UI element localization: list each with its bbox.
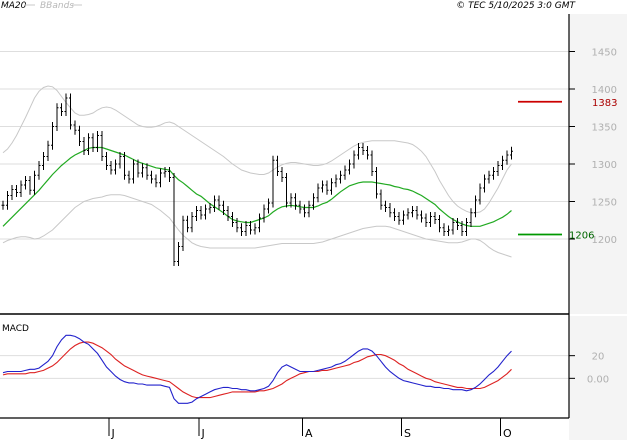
macd-panel: MACD 0.00 20 xyxy=(0,316,627,440)
price-tick-label: 1450 xyxy=(592,48,617,59)
month-label: J xyxy=(111,427,115,440)
macd-tick-label: 20 xyxy=(592,352,605,363)
price-panel: 1200 1250 1300 1350 1400 1450 1383 1206 xyxy=(0,14,627,315)
month-label: O xyxy=(503,427,512,440)
price-tick-label: 1400 xyxy=(592,85,617,96)
month-label: J xyxy=(201,427,205,440)
macd-plot-area xyxy=(0,316,569,418)
macd-tick-label: 0.00 xyxy=(587,374,609,385)
price-tick-label: 1350 xyxy=(592,123,617,134)
month-label: A xyxy=(305,427,313,440)
copyright-text: © TEC 5/10/2025 3:0 GMT xyxy=(456,1,576,11)
legend-bbands: BBands xyxy=(40,1,74,11)
legend-ma20: MA20 xyxy=(1,1,27,11)
price-tick-label: 1200 xyxy=(592,235,617,246)
stock-chart: MA20 BBands © TEC 5/10/2025 3:0 GMT 1200… xyxy=(0,1,627,440)
macd-title: MACD xyxy=(2,324,29,334)
month-label: S xyxy=(404,427,411,440)
x-axis-month-labels: JJASO xyxy=(108,418,512,440)
resistance-level-label: 1383 xyxy=(592,98,617,109)
price-tick-label: 1300 xyxy=(592,160,617,171)
price-tick-label: 1250 xyxy=(592,198,617,209)
support-level-label: 1206 xyxy=(569,231,594,242)
